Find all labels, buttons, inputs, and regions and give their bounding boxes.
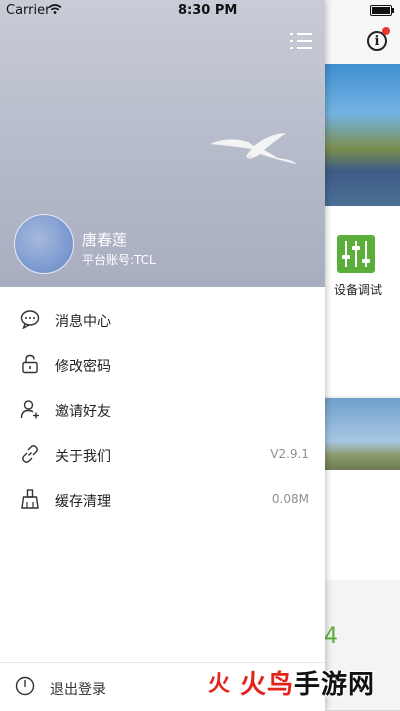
cache-size-value: 0.08M	[271, 492, 309, 506]
lock-icon	[22, 354, 38, 374]
device-debug-label[interactable]: 设备调试	[328, 281, 388, 298]
watermark-icon: 火	[200, 663, 238, 701]
menu-item-change-password[interactable]: 修改密码	[0, 342, 325, 387]
menu-item-label: 缓存清理	[55, 494, 111, 510]
device-debug-icon[interactable]	[337, 235, 375, 273]
menu-item-label: 邀请好友	[55, 404, 111, 420]
drawer-menu: 消息中心 修改密码 邀请好友 关于我们 V2.9.1 缓存清理 0.08M	[0, 297, 325, 522]
wifi-icon	[48, 4, 62, 14]
menu-item-clear-cache[interactable]: 缓存清理 0.08M	[0, 477, 325, 522]
drawer-header: Carrier 8:30 PM 唐春莲 平台账号:TCL	[0, 0, 325, 287]
watermark-text-red: 火鸟	[239, 669, 295, 701]
power-icon	[15, 676, 35, 696]
list-menu-icon[interactable]	[290, 32, 312, 50]
broom-icon	[21, 489, 39, 509]
side-drawer: Carrier 8:30 PM 唐春莲 平台账号:TCL 消息中心 修改密码 邀…	[0, 0, 325, 711]
user-name: 唐春莲	[82, 231, 128, 249]
status-bar: Carrier 8:30 PM	[0, 0, 325, 22]
status-time: 8:30 PM	[178, 3, 238, 18]
logout-label: 退出登录	[50, 682, 106, 698]
menu-item-label: 关于我们	[55, 449, 111, 465]
add-user-icon	[20, 400, 39, 419]
menu-item-label: 修改密码	[55, 359, 111, 375]
menu-item-label: 消息中心	[55, 314, 111, 330]
menu-item-messages[interactable]: 消息中心	[0, 297, 325, 342]
landscape-image	[325, 398, 400, 470]
menu-item-about-us[interactable]: 关于我们 V2.9.1	[0, 432, 325, 477]
stat-number: 4	[324, 624, 338, 649]
watermark-text: 火鸟手游网	[239, 664, 376, 701]
message-icon	[20, 310, 40, 329]
watermark-logo: 火 火鸟手游网	[200, 660, 375, 704]
menu-item-invite-friends[interactable]: 邀请好友	[0, 387, 325, 432]
version-value: V2.9.1	[270, 447, 309, 461]
link-icon	[22, 445, 38, 463]
avatar[interactable]	[14, 214, 74, 274]
battery-icon	[370, 5, 392, 16]
background-card	[325, 470, 400, 580]
solar-panel-image	[325, 64, 400, 206]
battery-cap	[392, 8, 394, 13]
user-account: 平台账号:TCL	[82, 253, 156, 267]
seagull-image	[210, 133, 296, 164]
carrier-label: Carrier	[6, 3, 51, 18]
notification-dot	[382, 27, 390, 35]
watermark-text-black: 手游网	[293, 669, 376, 701]
